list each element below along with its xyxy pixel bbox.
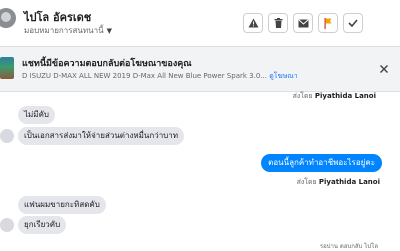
mark-done-button[interactable]	[343, 13, 363, 33]
trash-icon	[274, 18, 282, 28]
contact-avatar	[0, 129, 14, 143]
ad-reply-banner: แชทนี้มีข้อความตอบกลับต่อโฆษณาของคุณ D I…	[0, 46, 400, 92]
assign-conversation-dropdown[interactable]: มอบหมายการสนทนานี้ ▼	[24, 24, 112, 37]
flag-button[interactable]	[318, 13, 338, 33]
assign-label: มอบหมายการสนทนานี้	[24, 26, 104, 35]
ad-description-text: D ISUZU D-MAX ALL NEW 2019 D-Max All New…	[22, 72, 267, 80]
ad-banner-description: D ISUZU D-MAX ALL NEW 2019 D-Max All New…	[22, 71, 298, 82]
close-icon	[380, 65, 388, 73]
incoming-message: ยุกเรียวคับ	[18, 216, 67, 234]
caret-down-icon: ▼	[106, 26, 112, 35]
view-ad-link[interactable]: ดูโฆษณา	[269, 72, 298, 80]
sent-by-label: ส่งโดย Piyathida Lanoi	[296, 178, 380, 186]
ad-thumbnail[interactable]	[0, 57, 14, 79]
incoming-message: ไม่มีคับ	[18, 106, 55, 124]
envelope-icon	[297, 18, 309, 27]
contact-avatar	[0, 218, 14, 232]
warning-icon	[248, 18, 258, 28]
mark-unread-button[interactable]	[293, 13, 313, 33]
spam-button[interactable]	[243, 13, 263, 33]
ad-banner-title: แชทนี้มีข้อความตอบกลับต่อโฆษณาของคุณ	[22, 59, 192, 69]
incoming-message: เป็นเอกสารส่งมาให้จ่ายส่วนต่างหมื่นกว่าบ…	[18, 127, 185, 145]
check-icon	[348, 19, 358, 27]
incoming-message: แฟนผมขายกะทิสดคับ	[18, 196, 106, 214]
delete-button[interactable]	[268, 13, 288, 33]
flag-icon	[324, 17, 332, 29]
sent-by-label: ส่งโดย Piyathida Lanoi	[292, 92, 376, 100]
conversation-header: ไปโล อัครเดช มอบหมายการสนทนานี้ ▼	[0, 0, 400, 46]
outgoing-message: ตอนนี้ลูกค้าทำอาชีพอะไรอยู่คะ	[261, 154, 382, 172]
close-banner-button[interactable]	[376, 61, 392, 77]
contact-avatar[interactable]	[0, 8, 16, 28]
